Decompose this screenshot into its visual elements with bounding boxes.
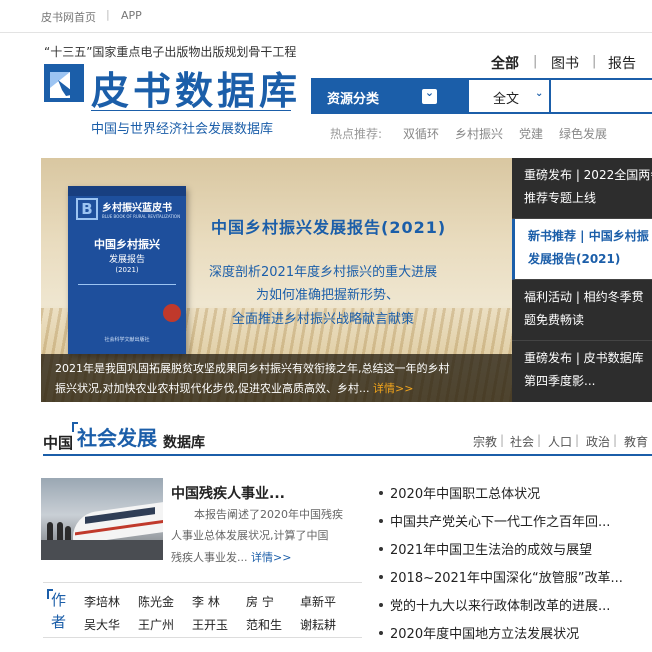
authors-label: 作者	[51, 591, 67, 631]
banner-title: 中国乡村振兴发展报告(2021)	[211, 218, 447, 237]
news-item[interactable]: 重磅发布 | 2022全国两会 推荐专题上线	[512, 158, 652, 219]
feature-summary: 人事业总体发展状况,计算了中国	[171, 529, 329, 542]
authors-panel: 作者 李培林 陈光金 李 林 房 宁 卓新平 吴大华 王广州 王开玉 范和生 谢…	[43, 582, 362, 638]
section-title-prefix: 中国	[43, 434, 74, 452]
search-bar: 资源分类 ⌄ 全文 ⌄	[311, 78, 652, 114]
details-link[interactable]: 详情>>	[251, 551, 291, 564]
divider: |	[106, 8, 110, 21]
hot-keyword-link[interactable]: 双循环	[403, 125, 439, 142]
home-link[interactable]: 皮书网首页	[41, 9, 96, 25]
tab-education[interactable]: 教育	[624, 433, 648, 450]
author-link[interactable]: 李培林	[84, 593, 120, 610]
search-scope-value: 全文	[493, 92, 520, 107]
feature-title[interactable]: 中国残疾人事业...	[171, 483, 285, 503]
chevron-down-icon: ⌄	[535, 88, 544, 99]
badge-icon	[163, 304, 181, 322]
tab-politics[interactable]: 政治	[586, 433, 610, 450]
chevron-down-icon[interactable]: ⌄	[422, 86, 437, 104]
divider: |	[537, 433, 542, 447]
top-links-bar: 皮书网首页 | APP	[0, 0, 652, 33]
news-list: 重磅发布 | 2022全国两会 推荐专题上线 新书推荐 | 中国乡村振 发展报告(2…	[512, 158, 652, 402]
project-subtitle: “十三五”国家重点电子出版物出版规划骨干工程	[44, 45, 297, 59]
divider: |	[575, 433, 580, 447]
book-year: (2021)	[115, 266, 139, 274]
search-scope-select[interactable]: 全文 ⌄	[469, 80, 549, 112]
banner-tagline: 全面推进乡村振兴战略献言献策	[232, 312, 415, 327]
book-subtitle: 发展报告	[108, 255, 145, 265]
hot-keyword-link[interactable]: 党建	[519, 125, 543, 142]
hot-keyword-link[interactable]: 乡村振兴	[455, 125, 503, 142]
author-link[interactable]: 卓新平	[300, 593, 336, 610]
tab-religion[interactable]: 宗教	[473, 433, 497, 450]
banner-tagline: 为如何准确把握新形势、	[256, 288, 400, 303]
search-input[interactable]	[551, 80, 652, 112]
book-cover[interactable]: B 乡村振兴蓝皮书 BLUE BOOK OF RURAL REVITALIZAT…	[68, 186, 186, 354]
report-link[interactable]: 2020年度中国地方立法发展状况	[379, 623, 652, 643]
author-link[interactable]: 陈光金	[138, 593, 174, 610]
news-item-active[interactable]: 新书推荐 | 中国乡村振 发展报告(2021)	[512, 219, 652, 280]
feature-summary: 残疾人事业发... 详情>>	[171, 551, 292, 564]
author-link[interactable]: 谢耘耕	[300, 616, 336, 633]
author-link[interactable]: 李 林	[192, 593, 220, 610]
divider: |	[592, 54, 597, 69]
cover-strip	[68, 186, 186, 196]
site-header: “十三五”国家重点电子出版物出版规划骨干工程 皮书数据库 中国与世界经济社会发展…	[0, 34, 652, 154]
report-link[interactable]: 2018~2021年中国深化“放管服”改革...	[379, 567, 652, 587]
caption-text: 振兴状况,对加快农业农村现代化步伐,促进农业高质高效、乡村... 详情>>	[55, 382, 414, 395]
tab-society[interactable]: 社会	[510, 433, 534, 450]
featured-banner[interactable]: B 乡村振兴蓝皮书 BLUE BOOK OF RURAL REVITALIZAT…	[41, 158, 512, 402]
section-title-main: 社会发展	[77, 426, 157, 450]
author-link[interactable]: 范和生	[246, 616, 282, 633]
details-link[interactable]: 详情>>	[373, 382, 413, 395]
cover-rule	[78, 284, 176, 285]
divider: |	[500, 433, 505, 447]
banner-caption: 2021年是我国巩固拓展脱贫攻坚成果同乡村振兴有效衔接之年,总结这一年的乡村 振…	[41, 354, 512, 402]
feature-summary: 本报告阐述了2020年中国残疾	[194, 508, 343, 521]
tab-all[interactable]: 全部	[491, 53, 519, 73]
pishu-logo-icon[interactable]	[44, 64, 84, 102]
hot-label: 热点推荐:	[330, 127, 383, 141]
tab-reports[interactable]: 报告	[608, 53, 636, 73]
report-link[interactable]: 党的十九大以来行政体制改革的进展...	[379, 595, 652, 615]
feature-thumbnail[interactable]	[41, 478, 163, 560]
author-link[interactable]: 王广州	[138, 616, 174, 633]
author-link[interactable]: 王开玉	[192, 616, 228, 633]
resource-category-label[interactable]: 资源分类	[327, 88, 379, 107]
author-link[interactable]: 吴大华	[84, 616, 120, 633]
site-logo-subtitle: 中国与世界经济社会发展数据库	[91, 122, 274, 137]
section-title-suffix: 数据库	[163, 435, 205, 451]
book-series: 乡村振兴蓝皮书	[102, 203, 172, 214]
tab-population[interactable]: 人口	[548, 433, 572, 450]
news-item[interactable]: 福利活动 | 相约冬季贯 题免费畅读	[512, 280, 652, 341]
logo-divider	[91, 110, 291, 111]
app-link[interactable]: APP	[121, 9, 142, 22]
author-link[interactable]: 房 宁	[246, 593, 274, 610]
tab-books[interactable]: 图书	[551, 53, 579, 73]
divider: |	[533, 54, 538, 69]
divider: |	[613, 433, 618, 447]
site-logo-title[interactable]: 皮书数据库	[91, 60, 301, 115]
hot-keyword-link[interactable]: 绿色发展	[559, 125, 607, 142]
caption-text: 2021年是我国巩固拓展脱贫攻坚成果同乡村振兴有效衔接之年,总结这一年的乡村	[55, 362, 450, 375]
news-item[interactable]: 重磅发布 | 皮书数据库 第四季度影...	[512, 341, 652, 402]
bluebook-logo-icon: B	[76, 198, 98, 220]
report-link[interactable]: 2020年中国职工总体状况	[379, 483, 652, 503]
book-series-en: BLUE BOOK OF RURAL REVITALIZATION	[102, 214, 181, 219]
book-title: 中国乡村振兴	[94, 238, 160, 251]
book-publisher: 社会科学文献出版社	[104, 337, 150, 343]
report-link[interactable]: 2021年中国卫生法治的成效与展望	[379, 539, 652, 559]
banner-tagline: 深度剖析2021年度乡村振兴的重大进展	[209, 265, 438, 280]
report-link[interactable]: 中国共产党关心下一代工作之百年回...	[379, 511, 652, 531]
